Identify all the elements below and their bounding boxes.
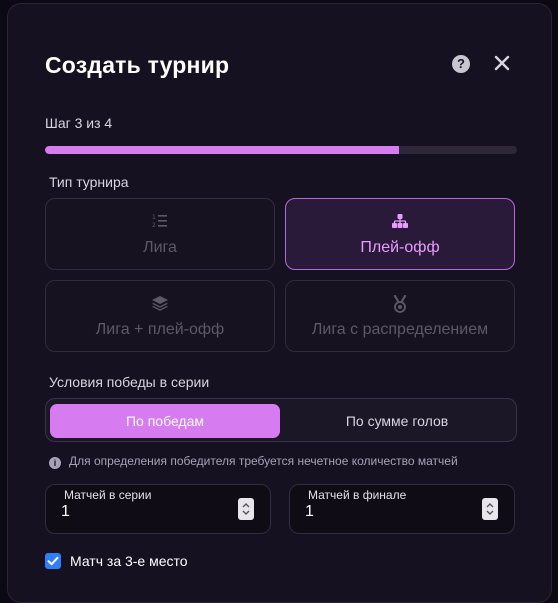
info-icon: i <box>49 457 61 469</box>
win-conditions-label: Условия победы в серии <box>49 374 210 390</box>
win-by-wins-option[interactable]: По победам <box>50 404 280 438</box>
series-matches-field: Матчей в серии <box>45 484 271 534</box>
series-matches-label: Матчей в серии <box>64 488 152 502</box>
type-option-league-distribution[interactable]: Лига с распределением <box>285 280 515 352</box>
progress-bar <box>45 146 517 154</box>
help-icon[interactable]: ? <box>452 55 470 73</box>
svg-text:1: 1 <box>152 214 156 221</box>
check-icon <box>47 556 59 566</box>
step-indicator: Шаг 3 из 4 <box>45 115 113 131</box>
close-icon[interactable] <box>492 53 512 73</box>
series-matches-stepper[interactable] <box>238 498 254 520</box>
final-matches-stepper[interactable] <box>482 498 498 520</box>
type-option-league-playoff[interactable]: Лига + плей-офф <box>45 280 275 352</box>
third-place-checkbox[interactable] <box>45 553 61 569</box>
type-option-label: Плей-офф <box>360 239 440 256</box>
win-condition-toggle: По победам По сумме голов <box>45 398 517 442</box>
type-option-label: Лига с распределением <box>311 321 489 338</box>
series-matches-input[interactable] <box>61 503 221 521</box>
medal-icon <box>286 294 514 313</box>
final-matches-field: Матчей в финале <box>289 484 515 534</box>
dialog-title: Создать турнир <box>45 52 230 78</box>
win-by-goals-option[interactable]: По сумме голов <box>282 404 512 438</box>
type-option-league[interactable]: 1 2 Лига <box>45 198 275 270</box>
create-tournament-dialog: Создать турнир ? Шаг 3 из 4 Тип турнира … <box>7 3 552 603</box>
series-info-note: i Для определения победителя требуется не… <box>49 454 458 469</box>
list-ordered-icon: 1 2 <box>46 213 274 231</box>
final-matches-label: Матчей в финале <box>308 488 407 502</box>
svg-text:2: 2 <box>152 222 156 229</box>
layers-icon <box>46 295 274 313</box>
tournament-type-label: Тип турнира <box>49 174 129 190</box>
type-option-label: Лига + плей-офф <box>95 321 225 338</box>
third-place-label: Матч за 3-е место <box>70 553 188 569</box>
type-option-label: Лига <box>143 239 177 256</box>
progress-fill <box>45 146 399 154</box>
final-matches-input[interactable] <box>305 503 465 521</box>
bracket-tree-icon <box>286 213 514 231</box>
type-option-playoff[interactable]: Плей-офф <box>285 198 515 270</box>
info-text: Для определения победителя требуется неч… <box>69 454 458 468</box>
